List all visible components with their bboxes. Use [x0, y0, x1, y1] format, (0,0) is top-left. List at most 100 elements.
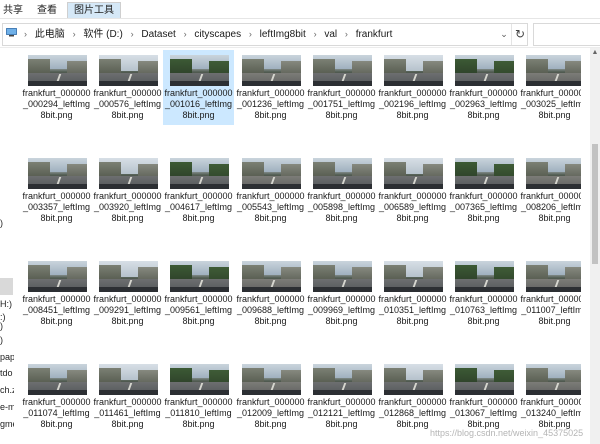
breadcrumb-drive-d[interactable]: 软件 (D:): [83, 24, 122, 45]
file-name: frankfurt_000000_011007_leftImg8bit.png: [520, 294, 581, 326]
chevron-right-icon[interactable]: ›: [314, 24, 317, 45]
file-item[interactable]: frankfurt_000000_005898_leftImg8bit.png: [306, 153, 377, 228]
image-thumbnail: [526, 364, 581, 395]
image-thumbnail: [99, 261, 158, 292]
file-item[interactable]: frankfurt_000000_001016_leftImg8bit.png: [163, 50, 234, 125]
breadcrumb-this-pc[interactable]: 此电脑: [35, 24, 65, 45]
file-item[interactable]: frankfurt_000000_007365_leftImg8bit.png: [448, 153, 519, 228]
nav-item-selected[interactable]: [0, 278, 13, 295]
nav-item[interactable]: ch.z: [0, 385, 14, 396]
file-item[interactable]: frankfurt_000000_012009_leftImg8bit.png: [235, 359, 306, 434]
file-item[interactable]: frankfurt_000000_013067_leftImg8bit.png: [448, 359, 519, 434]
file-name: frankfurt_000000_011810_leftImg8bit.png: [164, 397, 233, 429]
chevron-right-icon[interactable]: ›: [249, 24, 252, 45]
file-item[interactable]: frankfurt_000000_004617_leftImg8bit.png: [163, 153, 234, 228]
image-thumbnail: [526, 158, 581, 189]
breadcrumb-frankfurt[interactable]: frankfurt: [356, 24, 393, 45]
file-item[interactable]: frankfurt_000000_003920_leftImg8bit.png: [92, 153, 163, 228]
address-row: › 此电脑 › 软件 (D:) › Dataset › cityscapes ›…: [0, 21, 600, 48]
breadcrumb-dataset[interactable]: Dataset: [141, 24, 175, 45]
image-thumbnail: [242, 158, 301, 189]
address-history-dropdown-icon[interactable]: ⌄: [497, 24, 511, 45]
file-item[interactable]: frankfurt_000000_011810_leftImg8bit.png: [163, 359, 234, 434]
file-item[interactable]: frankfurt_000000_006589_leftImg8bit.png: [377, 153, 448, 228]
file-name: frankfurt_000000_012009_leftImg8bit.png: [236, 397, 305, 429]
file-item[interactable]: frankfurt_000000_009688_leftImg8bit.png: [235, 256, 306, 331]
search-input[interactable]: [533, 23, 600, 46]
file-name: frankfurt_000000_004617_leftImg8bit.png: [164, 191, 233, 223]
address-bar[interactable]: › 此电脑 › 软件 (D:) › Dataset › cityscapes ›…: [2, 23, 528, 46]
file-item[interactable]: frankfurt_000000_000294_leftImg8bit.png: [21, 50, 92, 125]
file-item[interactable]: frankfurt_000000_008451_leftImg8bit.png: [21, 256, 92, 331]
image-thumbnail: [99, 158, 158, 189]
scroll-up-arrow-icon[interactable]: ▲: [590, 48, 600, 58]
file-name: frankfurt_000000_002963_leftImg8bit.png: [449, 88, 518, 120]
vertical-scrollbar[interactable]: ▲: [590, 48, 600, 444]
image-thumbnail: [384, 158, 443, 189]
file-name: frankfurt_000000_011074_leftImg8bit.png: [22, 397, 91, 429]
file-item[interactable]: frankfurt_000000_003025_leftImg8bit.png: [519, 50, 581, 125]
refresh-icon[interactable]: ↻: [511, 24, 528, 45]
file-item[interactable]: frankfurt_000000_001751_leftImg8bit.png: [306, 50, 377, 125]
file-name: frankfurt_000000_005898_leftImg8bit.png: [307, 191, 376, 223]
breadcrumb-cityscapes[interactable]: cityscapes: [194, 24, 241, 45]
nav-item[interactable]: H:): [0, 299, 14, 310]
breadcrumb-val[interactable]: val: [324, 24, 337, 45]
image-thumbnail: [170, 364, 229, 395]
file-item[interactable]: frankfurt_000000_011074_leftImg8bit.png: [21, 359, 92, 434]
nav-item[interactable]: ): [0, 335, 14, 346]
chevron-right-icon[interactable]: ›: [345, 24, 348, 45]
nav-item[interactable]: tdo: [0, 368, 14, 379]
chevron-right-icon: ›: [24, 29, 27, 39]
chevron-right-icon[interactable]: ›: [131, 24, 134, 45]
file-item[interactable]: frankfurt_000000_010763_leftImg8bit.png: [448, 256, 519, 331]
image-thumbnail: [242, 364, 301, 395]
file-item[interactable]: frankfurt_000000_011007_leftImg8bit.png: [519, 256, 581, 331]
file-item[interactable]: frankfurt_000000_009561_leftImg8bit.png: [163, 256, 234, 331]
image-thumbnail: [313, 261, 372, 292]
file-item[interactable]: frankfurt_000000_008206_leftImg8bit.png: [519, 153, 581, 228]
nav-item[interactable]: gme: [0, 419, 14, 430]
nav-item[interactable]: ): [0, 321, 14, 332]
file-name: frankfurt_000000_010351_leftImg8bit.png: [378, 294, 447, 326]
chevron-right-icon[interactable]: ›: [73, 24, 76, 45]
file-grid: frankfurt_000000_000294_leftImg8bit.png f…: [21, 50, 581, 444]
file-name: frankfurt_000000_003920_leftImg8bit.png: [93, 191, 162, 223]
watermark: https://blog.csdn.net/weixin_45375025: [430, 428, 584, 438]
scrollbar-thumb[interactable]: [592, 144, 598, 264]
nav-item[interactable]: ): [0, 218, 14, 229]
tab-share[interactable]: 共享: [3, 3, 23, 18]
file-item[interactable]: frankfurt_000000_010351_leftImg8bit.png: [377, 256, 448, 331]
file-item[interactable]: frankfurt_000000_000576_leftImg8bit.png: [92, 50, 163, 125]
file-item[interactable]: frankfurt_000000_002963_leftImg8bit.png: [448, 50, 519, 125]
nav-item[interactable]: pap: [0, 352, 14, 363]
file-item[interactable]: frankfurt_000000_011461_leftImg8bit.png: [92, 359, 163, 434]
file-name: frankfurt_000000_001016_leftImg8bit.png: [164, 88, 233, 120]
breadcrumb-leftimg8bit[interactable]: leftImg8bit: [260, 24, 306, 45]
file-item[interactable]: frankfurt_000000_005543_leftImg8bit.png: [235, 153, 306, 228]
file-item[interactable]: frankfurt_000000_012868_leftImg8bit.png: [377, 359, 448, 434]
file-item[interactable]: frankfurt_000000_012121_leftImg8bit.png: [306, 359, 377, 434]
ribbon-tabs: 共享 查看 图片工具: [0, 0, 600, 19]
file-item[interactable]: frankfurt_000000_003357_leftImg8bit.png: [21, 153, 92, 228]
nav-item[interactable]: e-ma: [0, 402, 14, 413]
file-name: frankfurt_000000_006589_leftImg8bit.png: [378, 191, 447, 223]
file-item[interactable]: frankfurt_000000_001236_leftImg8bit.png: [235, 50, 306, 125]
file-item[interactable]: frankfurt_000000_002196_leftImg8bit.png: [377, 50, 448, 125]
file-item[interactable]: frankfurt_000000_013240_leftImg8bit.png: [519, 359, 581, 434]
this-pc-icon: [6, 28, 17, 37]
image-thumbnail: [170, 55, 229, 86]
tab-picture-tools[interactable]: 图片工具: [67, 2, 121, 18]
file-name: frankfurt_000000_013067_leftImg8bit.png: [449, 397, 518, 429]
chevron-right-icon[interactable]: ›: [184, 24, 187, 45]
file-name: frankfurt_000000_000294_leftImg8bit.png: [22, 88, 91, 120]
image-thumbnail: [28, 158, 87, 189]
image-thumbnail: [170, 261, 229, 292]
image-thumbnail: [455, 55, 514, 86]
tab-view[interactable]: 查看: [37, 3, 57, 18]
file-item[interactable]: frankfurt_000000_009969_leftImg8bit.png: [306, 256, 377, 331]
image-thumbnail: [455, 261, 514, 292]
image-thumbnail: [313, 55, 372, 86]
file-item[interactable]: frankfurt_000000_009291_leftImg8bit.png: [92, 256, 163, 331]
image-thumbnail: [99, 55, 158, 86]
